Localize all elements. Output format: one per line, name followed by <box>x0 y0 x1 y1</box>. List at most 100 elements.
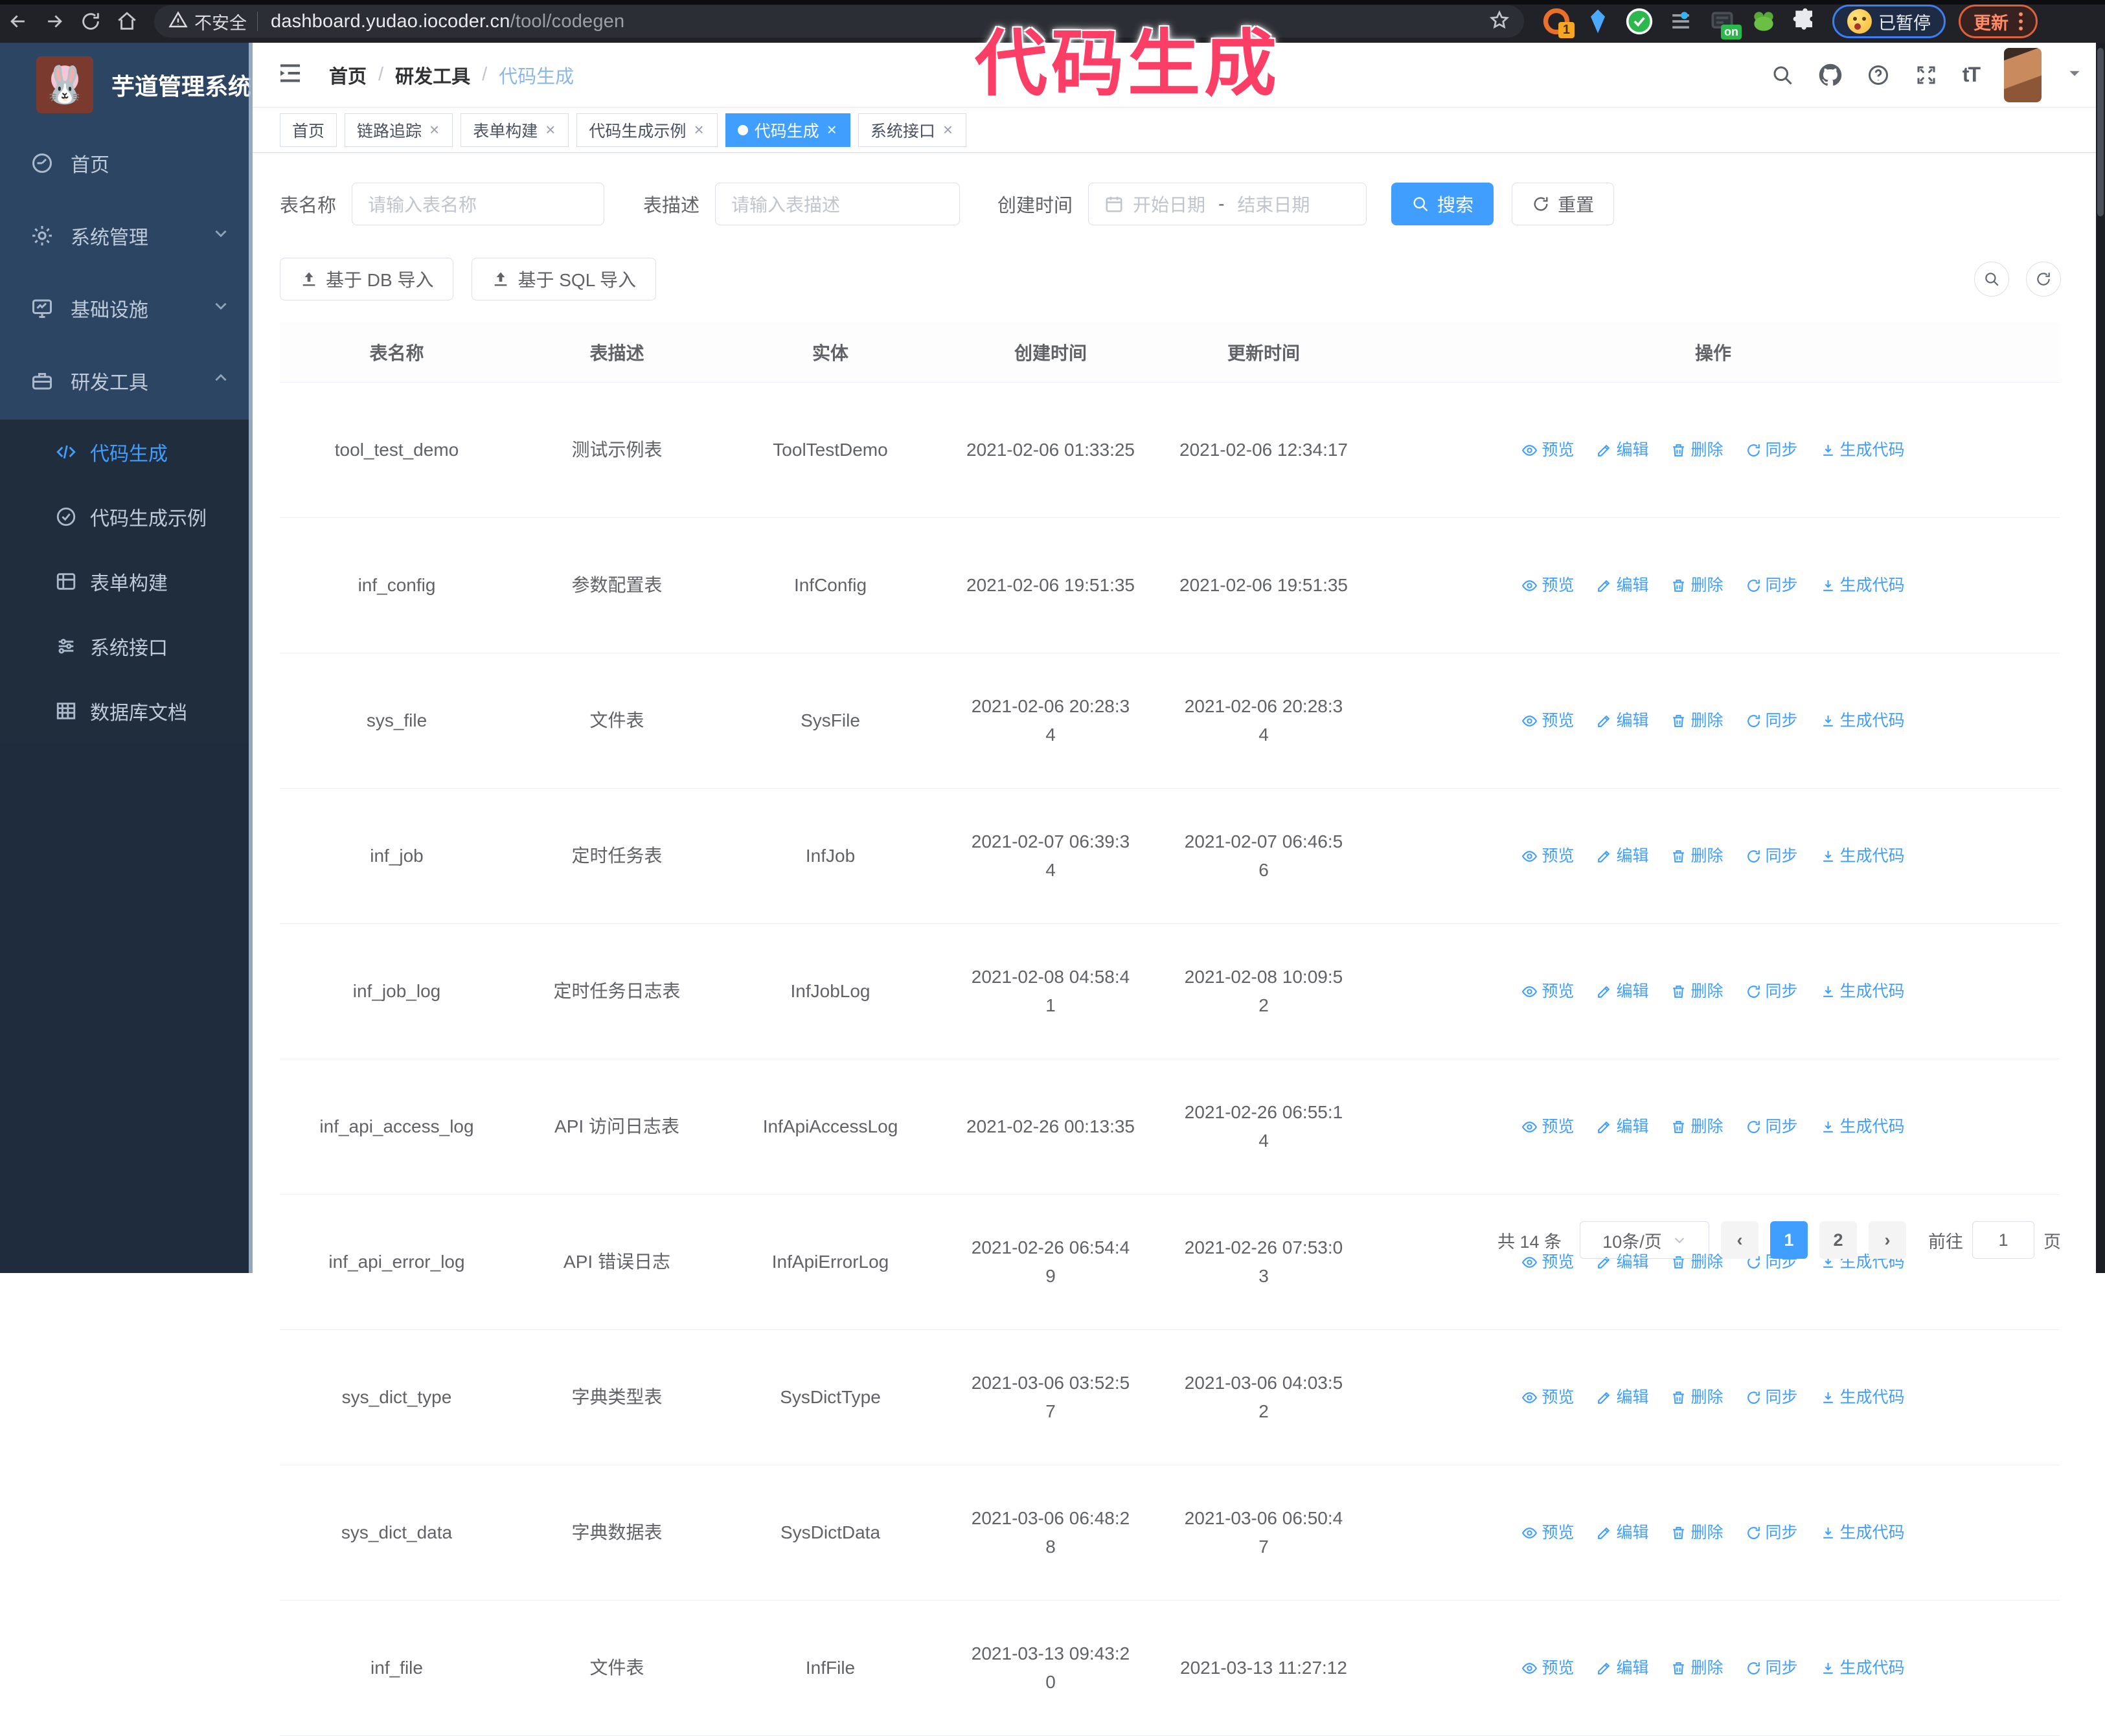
sync-action[interactable]: 同步 <box>1746 706 1798 735</box>
sidebar-item-codegen[interactable]: 代码生成 <box>0 420 253 484</box>
browser-home-button[interactable] <box>109 3 145 39</box>
sync-action[interactable]: 同步 <box>1746 436 1798 464</box>
import-sql-button[interactable]: 基于 SQL 导入 <box>472 258 657 300</box>
sidebar-item-infra[interactable]: 基础设施 <box>0 272 253 344</box>
extension-icon-frog[interactable] <box>1749 7 1778 36</box>
page-button-1[interactable]: 1 <box>1770 1221 1808 1259</box>
delete-action[interactable]: 删除 <box>1670 1654 1724 1682</box>
generate-code-action[interactable]: 生成代码 <box>1820 842 1905 870</box>
extension-icon-on[interactable]: on <box>1708 7 1742 39</box>
extension-icon-toggles[interactable] <box>1667 7 1695 36</box>
breadcrumb-home[interactable]: 首页 <box>329 62 367 89</box>
extension-icon-gem[interactable] <box>1584 7 1612 36</box>
import-db-button[interactable]: 基于 DB 导入 <box>280 258 454 300</box>
preview-action[interactable]: 预览 <box>1521 706 1574 735</box>
sidebar-item-system-api[interactable]: 系统接口 <box>0 614 253 679</box>
generate-code-action[interactable]: 生成代码 <box>1820 706 1905 735</box>
page-button-2[interactable]: 2 <box>1819 1221 1857 1259</box>
sync-action[interactable]: 同步 <box>1746 842 1798 870</box>
sync-action[interactable]: 同步 <box>1746 1112 1798 1141</box>
search-button[interactable]: 搜索 <box>1391 183 1494 225</box>
edit-action[interactable]: 编辑 <box>1596 1112 1648 1141</box>
browser-menu-icon[interactable] <box>2019 12 2023 30</box>
close-icon[interactable]: × <box>428 120 440 140</box>
generate-code-action[interactable]: 生成代码 <box>1820 436 1905 464</box>
close-icon[interactable]: × <box>942 120 954 140</box>
sync-action[interactable]: 同步 <box>1746 1383 1798 1412</box>
edit-action[interactable]: 编辑 <box>1596 1518 1648 1547</box>
table-desc-input[interactable]: 请输入表描述 <box>715 183 961 225</box>
close-icon[interactable]: × <box>544 120 556 140</box>
github-icon[interactable] <box>1819 63 1842 87</box>
chrome-update-button[interactable]: 更新 <box>1959 5 2038 38</box>
generate-code-action[interactable]: 生成代码 <box>1820 571 1905 600</box>
delete-action[interactable]: 删除 <box>1670 1112 1724 1141</box>
delete-action[interactable]: 删除 <box>1670 1383 1724 1412</box>
sidebar-item-form-builder[interactable]: 表单构建 <box>0 549 253 614</box>
next-page-button[interactable]: › <box>1869 1221 1906 1259</box>
delete-action[interactable]: 删除 <box>1670 706 1724 735</box>
tab-tag[interactable]: 表单构建 × <box>461 113 569 147</box>
fullscreen-icon[interactable] <box>1915 63 1938 87</box>
preview-action[interactable]: 预览 <box>1521 1654 1574 1682</box>
edit-action[interactable]: 编辑 <box>1596 436 1648 464</box>
table-name-input[interactable]: 请输入表名称 <box>352 183 605 225</box>
preview-action[interactable]: 预览 <box>1521 1383 1574 1412</box>
tampermonkey-paused-badge[interactable]: 已暂停 <box>1832 5 1946 38</box>
user-avatar[interactable] <box>2004 47 2042 102</box>
extension-icon-green-check[interactable] <box>1625 7 1654 36</box>
edit-action[interactable]: 编辑 <box>1596 571 1648 600</box>
delete-action[interactable]: 删除 <box>1670 1518 1724 1547</box>
generate-code-action[interactable]: 生成代码 <box>1820 977 1905 1006</box>
edit-action[interactable]: 编辑 <box>1596 977 1648 1006</box>
user-menu-caret-icon[interactable] <box>2066 65 2083 85</box>
prev-page-button[interactable]: ‹ <box>1721 1221 1758 1259</box>
bookmark-star-icon[interactable] <box>1489 10 1510 34</box>
sync-action[interactable]: 同步 <box>1746 1654 1798 1682</box>
generate-code-action[interactable]: 生成代码 <box>1820 1383 1905 1412</box>
extension-icon-orange[interactable]: 1 <box>1542 7 1575 38</box>
goto-page-input[interactable]: 1 <box>1972 1221 2034 1259</box>
address-bar[interactable]: 不安全 dashboard.yudao.iocoder.cn/tool/code… <box>154 5 1524 38</box>
preview-action[interactable]: 预览 <box>1521 842 1574 870</box>
preview-action[interactable]: 预览 <box>1521 1518 1574 1547</box>
search-icon[interactable] <box>1771 63 1794 87</box>
table-row[interactable]: inf_job_log 定时任务日志表 InfJobLog 2021-02-08… <box>280 923 2060 1059</box>
refresh-table-button[interactable] <box>2026 262 2061 297</box>
tab-tag[interactable]: 系统接口 × <box>858 113 967 147</box>
edit-action[interactable]: 编辑 <box>1596 842 1648 870</box>
tab-tag[interactable]: 代码生成示例 × <box>576 113 718 147</box>
scrollbar-thumb[interactable] <box>2097 48 2104 216</box>
table-row[interactable]: inf_api_error_log API 错误日志 InfApiErrorLo… <box>280 1194 2060 1330</box>
sync-action[interactable]: 同步 <box>1746 571 1798 600</box>
table-row[interactable]: inf_api_access_log API 访问日志表 InfApiAcces… <box>280 1059 2060 1195</box>
table-row[interactable]: tool_test_demo 测试示例表 ToolTestDemo 2021-0… <box>280 382 2060 518</box>
sync-action[interactable]: 同步 <box>1746 1518 1798 1547</box>
table-row[interactable]: sys_file 文件表 SysFile 2021-02-06 20:28:3 … <box>280 653 2060 789</box>
browser-forward-button[interactable] <box>36 3 73 39</box>
help-icon[interactable] <box>1867 63 1890 87</box>
preview-action[interactable]: 预览 <box>1521 571 1574 600</box>
table-row[interactable]: inf_file 文件表 InfFile 2021-03-13 09:43:2 … <box>280 1600 2060 1736</box>
table-row[interactable]: inf_job 定时任务表 InfJob 2021-02-07 06:39:3 … <box>280 788 2060 924</box>
page-scrollbar[interactable] <box>2096 43 2105 1273</box>
delete-action[interactable]: 删除 <box>1670 977 1724 1006</box>
generate-code-action[interactable]: 生成代码 <box>1820 1112 1905 1141</box>
breadcrumb-devtools[interactable]: 研发工具 <box>395 62 470 89</box>
close-icon[interactable]: × <box>826 120 838 140</box>
table-row[interactable]: sys_dict_type 字典类型表 SysDictType 2021-03-… <box>280 1329 2060 1465</box>
preview-action[interactable]: 预览 <box>1521 1112 1574 1141</box>
close-icon[interactable]: × <box>692 120 705 140</box>
table-row[interactable]: inf_config 参数配置表 InfConfig 2021-02-06 19… <box>280 517 2060 653</box>
sidebar-item-home[interactable]: 首页 <box>0 127 253 199</box>
delete-action[interactable]: 删除 <box>1670 571 1724 600</box>
date-range-picker[interactable]: 开始日期 - 结束日期 <box>1088 183 1367 225</box>
delete-action[interactable]: 删除 <box>1670 436 1724 464</box>
sidebar-item-codegen-example[interactable]: 代码生成示例 <box>0 484 253 549</box>
browser-back-button[interactable] <box>0 3 36 39</box>
reset-button[interactable]: 重置 <box>1512 183 1615 225</box>
edit-action[interactable]: 编辑 <box>1596 1654 1648 1682</box>
sidebar-item-devtools[interactable]: 研发工具 <box>0 344 253 417</box>
extensions-puzzle-icon[interactable] <box>1791 7 1819 36</box>
tab-tag[interactable]: 代码生成 × <box>725 113 850 147</box>
